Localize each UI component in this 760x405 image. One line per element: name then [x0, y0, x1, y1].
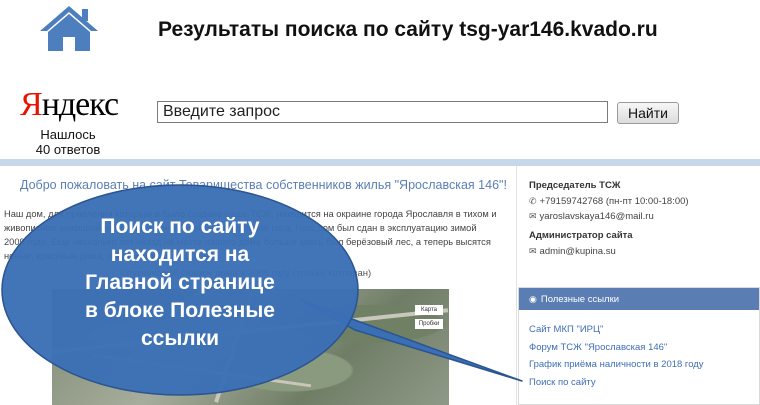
site-header-strip — [0, 159, 760, 166]
envelope-icon: ✉ — [529, 246, 537, 256]
search-input[interactable] — [157, 101, 608, 123]
results-count-label: Нашлось — [40, 127, 96, 142]
slide-title: Результаты поиска по сайту tsg-yar146.kv… — [158, 18, 658, 41]
yandex-logo[interactable]: Яндекс — [20, 86, 119, 123]
chair-phone-text: +79159742768 (пн-пт 10:00-18:00) — [539, 196, 689, 207]
admin-email-text: admin@kupina.su — [539, 246, 616, 257]
welcome-heading-link[interactable]: Добро пожаловать на сайт Товарищества со… — [20, 178, 507, 192]
callout-line: находится на — [110, 243, 250, 266]
search-button[interactable]: Найти — [617, 102, 679, 124]
callout-line: Главной странице — [85, 271, 275, 294]
useful-links-title: Полезные ссылки — [540, 294, 620, 305]
callout-line: Поиск по сайту — [100, 215, 260, 238]
map-type-button[interactable]: Карта — [415, 305, 443, 315]
useful-links-panel: ◉ Полезные ссылки Сайт МКП "ИРЦ" Форум ТС… — [518, 287, 760, 405]
home-icon — [40, 6, 98, 51]
chair-heading: Председатель ТСЖ — [529, 180, 621, 191]
link-mkp-irc[interactable]: Сайт МКП "ИРЦ" — [529, 324, 603, 335]
phone-icon: ✆ — [529, 196, 537, 206]
link-forum[interactable]: Форум ТСЖ "Ярославская 146" — [529, 342, 667, 353]
link-cash-schedule[interactable]: График приёма наличности в 2018 году — [529, 359, 704, 370]
results-count-value: 40 ответов — [35, 142, 101, 157]
chair-email-text: yaroslavskaya146@mail.ru — [539, 211, 654, 222]
column-divider — [516, 166, 517, 405]
link-site-search[interactable]: Поиск по сайту — [529, 377, 596, 388]
envelope-icon: ✉ — [529, 211, 537, 221]
callout-text: Поиск по сайту находится на Главной стра… — [60, 213, 300, 353]
callout-line: ссылки — [140, 327, 220, 350]
results-count: Нашлось 40 ответов — [18, 127, 118, 157]
admin-email[interactable]: ✉ admin@kupina.su — [529, 246, 616, 257]
useful-links-header: ◉ Полезные ссылки — [519, 288, 759, 310]
callout-line: в блоке Полезные — [85, 299, 275, 322]
yandex-logo-rest: ндекс — [41, 86, 119, 123]
yandex-logo-first-letter: Я — [20, 86, 43, 123]
chair-email[interactable]: ✉ yaroslavskaya146@mail.ru — [529, 211, 654, 222]
chair-phone: ✆ +79159742768 (пн-пт 10:00-18:00) — [529, 196, 689, 207]
globe-icon: ◉ — [529, 294, 537, 304]
map-traffic-button[interactable]: Пробки — [415, 319, 443, 329]
admin-heading: Администратор сайта — [529, 230, 633, 241]
